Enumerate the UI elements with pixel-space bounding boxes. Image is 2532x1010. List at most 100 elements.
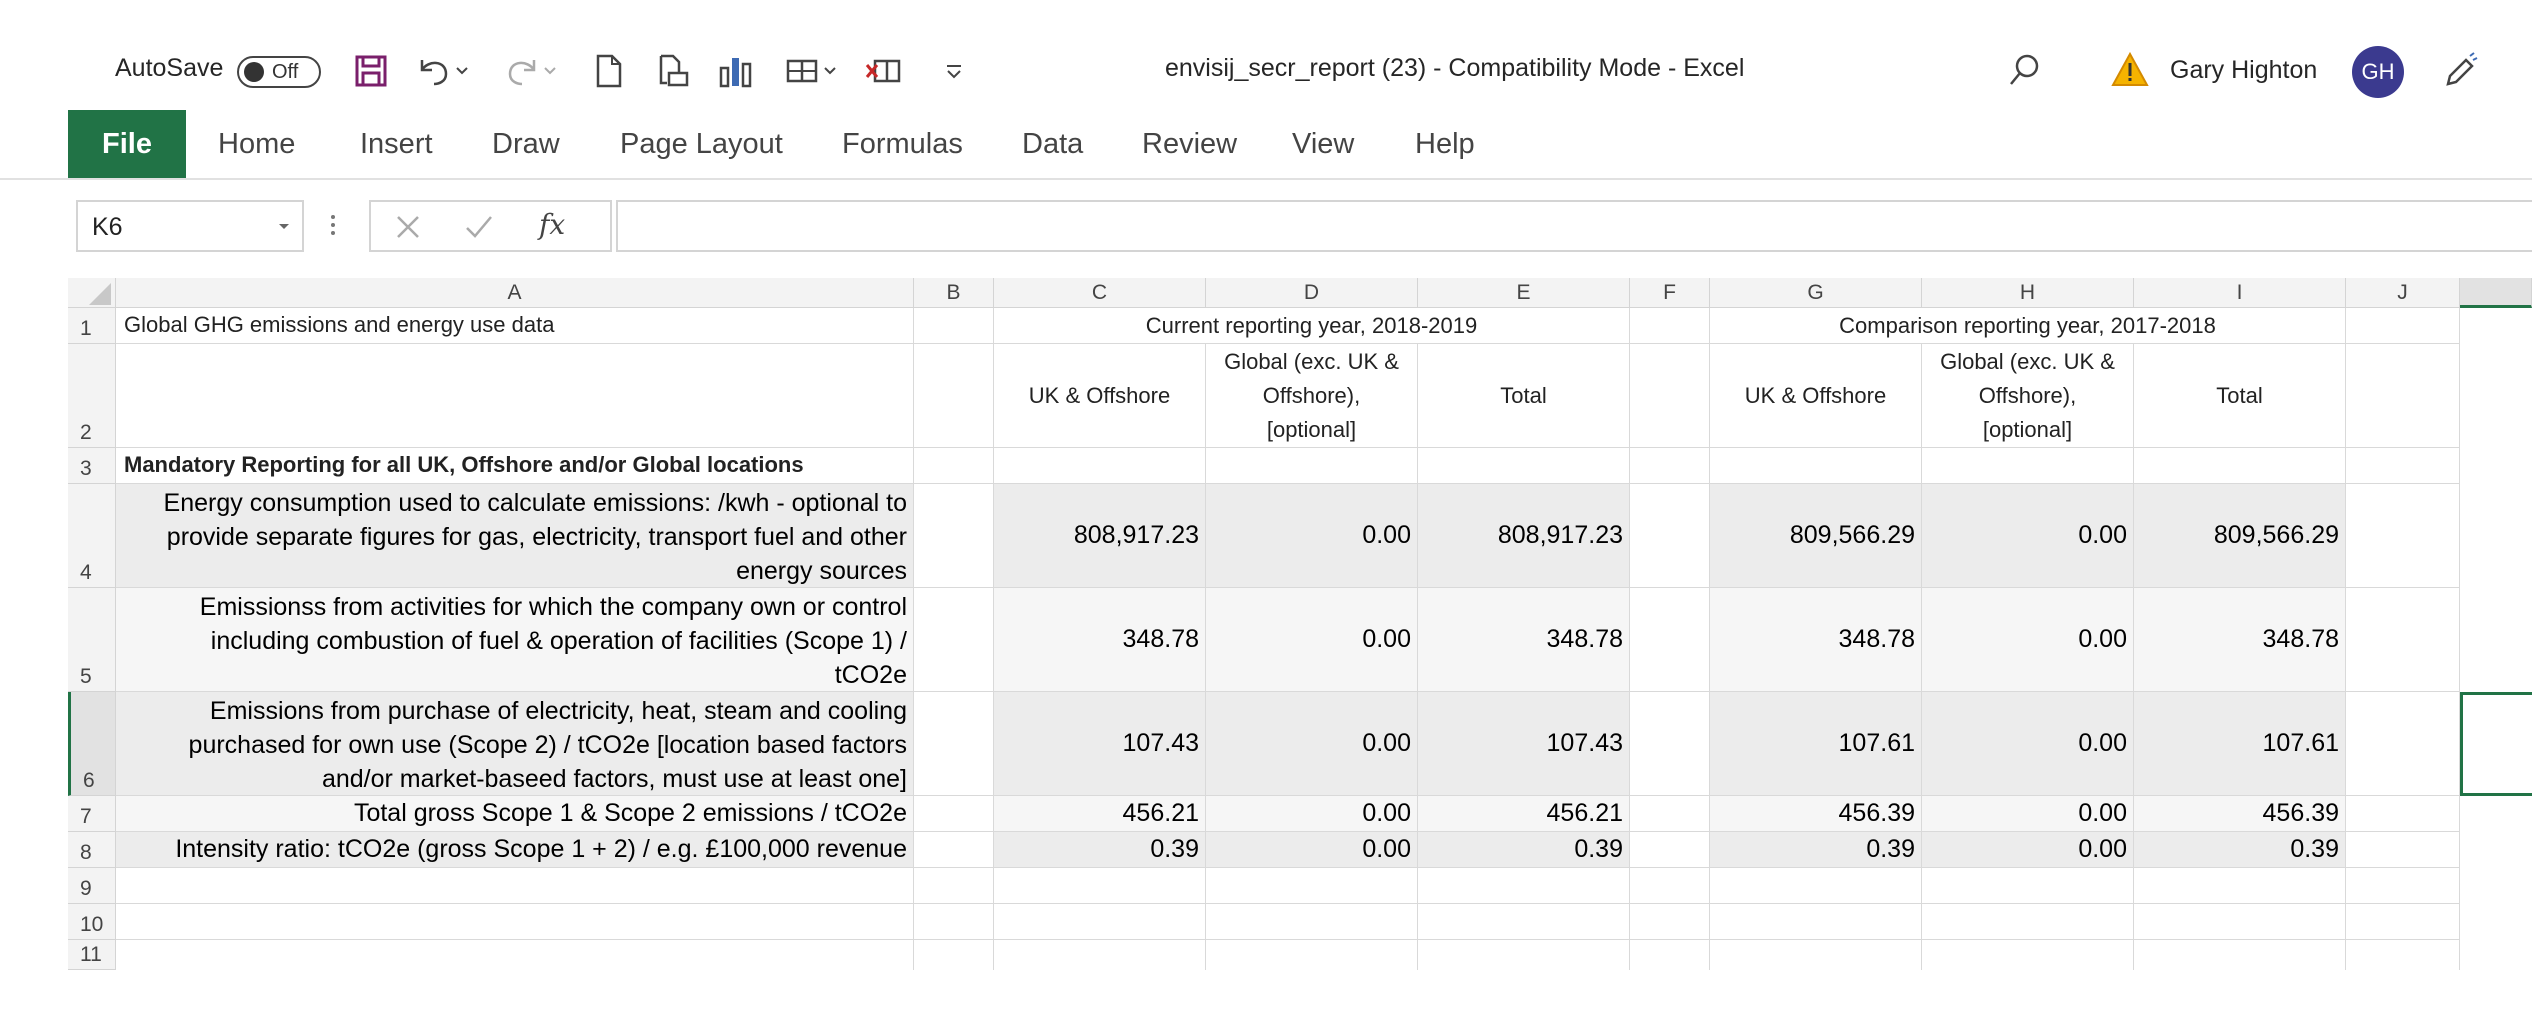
cell-e6[interactable]: 107.43 bbox=[1418, 692, 1630, 796]
cell-f6[interactable] bbox=[1630, 692, 1710, 796]
cell-i6[interactable]: 107.61 bbox=[2134, 692, 2346, 796]
customize-toolbar-icon[interactable] bbox=[935, 52, 973, 90]
cell-j4[interactable] bbox=[2346, 484, 2460, 588]
cell-h2[interactable]: Global (exc. UK & Offshore), [optional] bbox=[1922, 344, 2134, 448]
row-header-9[interactable]: 9 bbox=[68, 868, 116, 904]
cell-e10[interactable] bbox=[1418, 904, 1630, 940]
cell-h3[interactable] bbox=[1922, 448, 2134, 484]
cell-b5[interactable] bbox=[914, 588, 994, 692]
cell-h9[interactable] bbox=[1922, 868, 2134, 904]
cell-f11[interactable] bbox=[1630, 940, 1710, 970]
cell-d10[interactable] bbox=[1206, 904, 1418, 940]
cell-b10[interactable] bbox=[914, 904, 994, 940]
cell-d2[interactable]: Global (exc. UK & Offshore), [optional] bbox=[1206, 344, 1418, 448]
col-header-i[interactable]: I bbox=[2134, 278, 2346, 308]
col-header-k[interactable] bbox=[2460, 278, 2532, 308]
cell-d4[interactable]: 0.00 bbox=[1206, 484, 1418, 588]
cell-a5[interactable]: Emissionss from activities for which the… bbox=[116, 588, 914, 692]
tab-formulas[interactable]: Formulas bbox=[842, 110, 963, 178]
cell-i10[interactable] bbox=[2134, 904, 2346, 940]
cell-h4[interactable]: 0.00 bbox=[1922, 484, 2134, 588]
row-header-8[interactable]: 8 bbox=[68, 832, 116, 868]
cell-e5[interactable]: 348.78 bbox=[1418, 588, 1630, 692]
cell-e11[interactable] bbox=[1418, 940, 1630, 970]
cell-c9[interactable] bbox=[994, 868, 1206, 904]
cell-i7[interactable]: 456.39 bbox=[2134, 796, 2346, 832]
new-document-icon[interactable] bbox=[590, 52, 628, 90]
col-header-f[interactable]: F bbox=[1630, 278, 1710, 308]
col-header-g[interactable]: G bbox=[1710, 278, 1922, 308]
cell-b3[interactable] bbox=[914, 448, 994, 484]
cell-j2[interactable] bbox=[2346, 344, 2460, 448]
cell-g1-merged[interactable]: Comparison reporting year, 2017-2018 bbox=[1710, 308, 2346, 344]
row-header-2[interactable]: 2 bbox=[68, 344, 116, 448]
row-header-6[interactable]: 6 bbox=[68, 692, 116, 796]
tab-home[interactable]: Home bbox=[218, 110, 295, 178]
cell-g7[interactable]: 456.39 bbox=[1710, 796, 1922, 832]
cell-j11[interactable] bbox=[2346, 940, 2460, 970]
cell-d7[interactable]: 0.00 bbox=[1206, 796, 1418, 832]
cell-d9[interactable] bbox=[1206, 868, 1418, 904]
cell-a11[interactable] bbox=[116, 940, 914, 970]
tab-review[interactable]: Review bbox=[1142, 110, 1237, 178]
cell-j6[interactable] bbox=[2346, 692, 2460, 796]
cell-a1[interactable]: Global GHG emissions and energy use data bbox=[116, 308, 914, 344]
row-header-10[interactable]: 10 bbox=[68, 904, 116, 940]
row-header-7[interactable]: 7 bbox=[68, 796, 116, 832]
insert-cells-icon[interactable] bbox=[783, 52, 821, 90]
row-header-4[interactable]: 4 bbox=[68, 484, 116, 588]
cell-j9[interactable] bbox=[2346, 868, 2460, 904]
cell-b6[interactable] bbox=[914, 692, 994, 796]
cell-f7[interactable] bbox=[1630, 796, 1710, 832]
cell-f1[interactable] bbox=[1630, 308, 1710, 344]
tab-insert[interactable]: Insert bbox=[360, 110, 433, 178]
cell-h7[interactable]: 0.00 bbox=[1922, 796, 2134, 832]
cancel-icon[interactable] bbox=[393, 212, 423, 242]
cell-f10[interactable] bbox=[1630, 904, 1710, 940]
insert-cells-dropdown-icon[interactable] bbox=[820, 52, 840, 90]
cell-d3[interactable] bbox=[1206, 448, 1418, 484]
cell-f2[interactable] bbox=[1630, 344, 1710, 448]
cell-g6[interactable]: 107.61 bbox=[1710, 692, 1922, 796]
cell-f5[interactable] bbox=[1630, 588, 1710, 692]
cell-d6[interactable]: 0.00 bbox=[1206, 692, 1418, 796]
print-preview-icon[interactable] bbox=[655, 52, 693, 90]
cell-b8[interactable] bbox=[914, 832, 994, 868]
cell-f8[interactable] bbox=[1630, 832, 1710, 868]
tab-page-layout[interactable]: Page Layout bbox=[620, 110, 783, 178]
avatar[interactable]: GH bbox=[2352, 46, 2404, 98]
cell-d11[interactable] bbox=[1206, 940, 1418, 970]
cell-a4[interactable]: Energy consumption used to calculate emi… bbox=[116, 484, 914, 588]
name-box[interactable]: K6 bbox=[76, 200, 304, 252]
cell-b2[interactable] bbox=[914, 344, 994, 448]
cell-c8[interactable]: 0.39 bbox=[994, 832, 1206, 868]
cell-a9[interactable] bbox=[116, 868, 914, 904]
cell-g10[interactable] bbox=[1710, 904, 1922, 940]
row-header-3[interactable]: 3 bbox=[68, 448, 116, 484]
bar-chart-icon[interactable] bbox=[717, 52, 755, 90]
col-header-d[interactable]: D bbox=[1206, 278, 1418, 308]
cell-e2[interactable]: Total bbox=[1418, 344, 1630, 448]
cell-e8[interactable]: 0.39 bbox=[1418, 832, 1630, 868]
undo-dropdown-icon[interactable] bbox=[452, 52, 472, 90]
cell-c7[interactable]: 456.21 bbox=[994, 796, 1206, 832]
search-icon[interactable] bbox=[2005, 50, 2045, 90]
name-box-dropdown-icon[interactable] bbox=[274, 210, 298, 240]
col-header-a[interactable]: A bbox=[116, 278, 914, 308]
cell-g9[interactable] bbox=[1710, 868, 1922, 904]
cell-i11[interactable] bbox=[2134, 940, 2346, 970]
cell-b7[interactable] bbox=[914, 796, 994, 832]
cell-b4[interactable] bbox=[914, 484, 994, 588]
cell-g5[interactable]: 348.78 bbox=[1710, 588, 1922, 692]
col-header-e[interactable]: E bbox=[1418, 278, 1630, 308]
cell-e7[interactable]: 456.21 bbox=[1418, 796, 1630, 832]
cell-h6[interactable]: 0.00 bbox=[1922, 692, 2134, 796]
cell-i4[interactable]: 809,566.29 bbox=[2134, 484, 2346, 588]
cell-h5[interactable]: 0.00 bbox=[1922, 588, 2134, 692]
pen-icon[interactable] bbox=[2440, 50, 2480, 90]
formula-input[interactable] bbox=[616, 200, 2532, 252]
row-header-5[interactable]: 5 bbox=[68, 588, 116, 692]
delete-cells-icon[interactable] bbox=[865, 52, 903, 90]
cell-j10[interactable] bbox=[2346, 904, 2460, 940]
cell-i3[interactable] bbox=[2134, 448, 2346, 484]
